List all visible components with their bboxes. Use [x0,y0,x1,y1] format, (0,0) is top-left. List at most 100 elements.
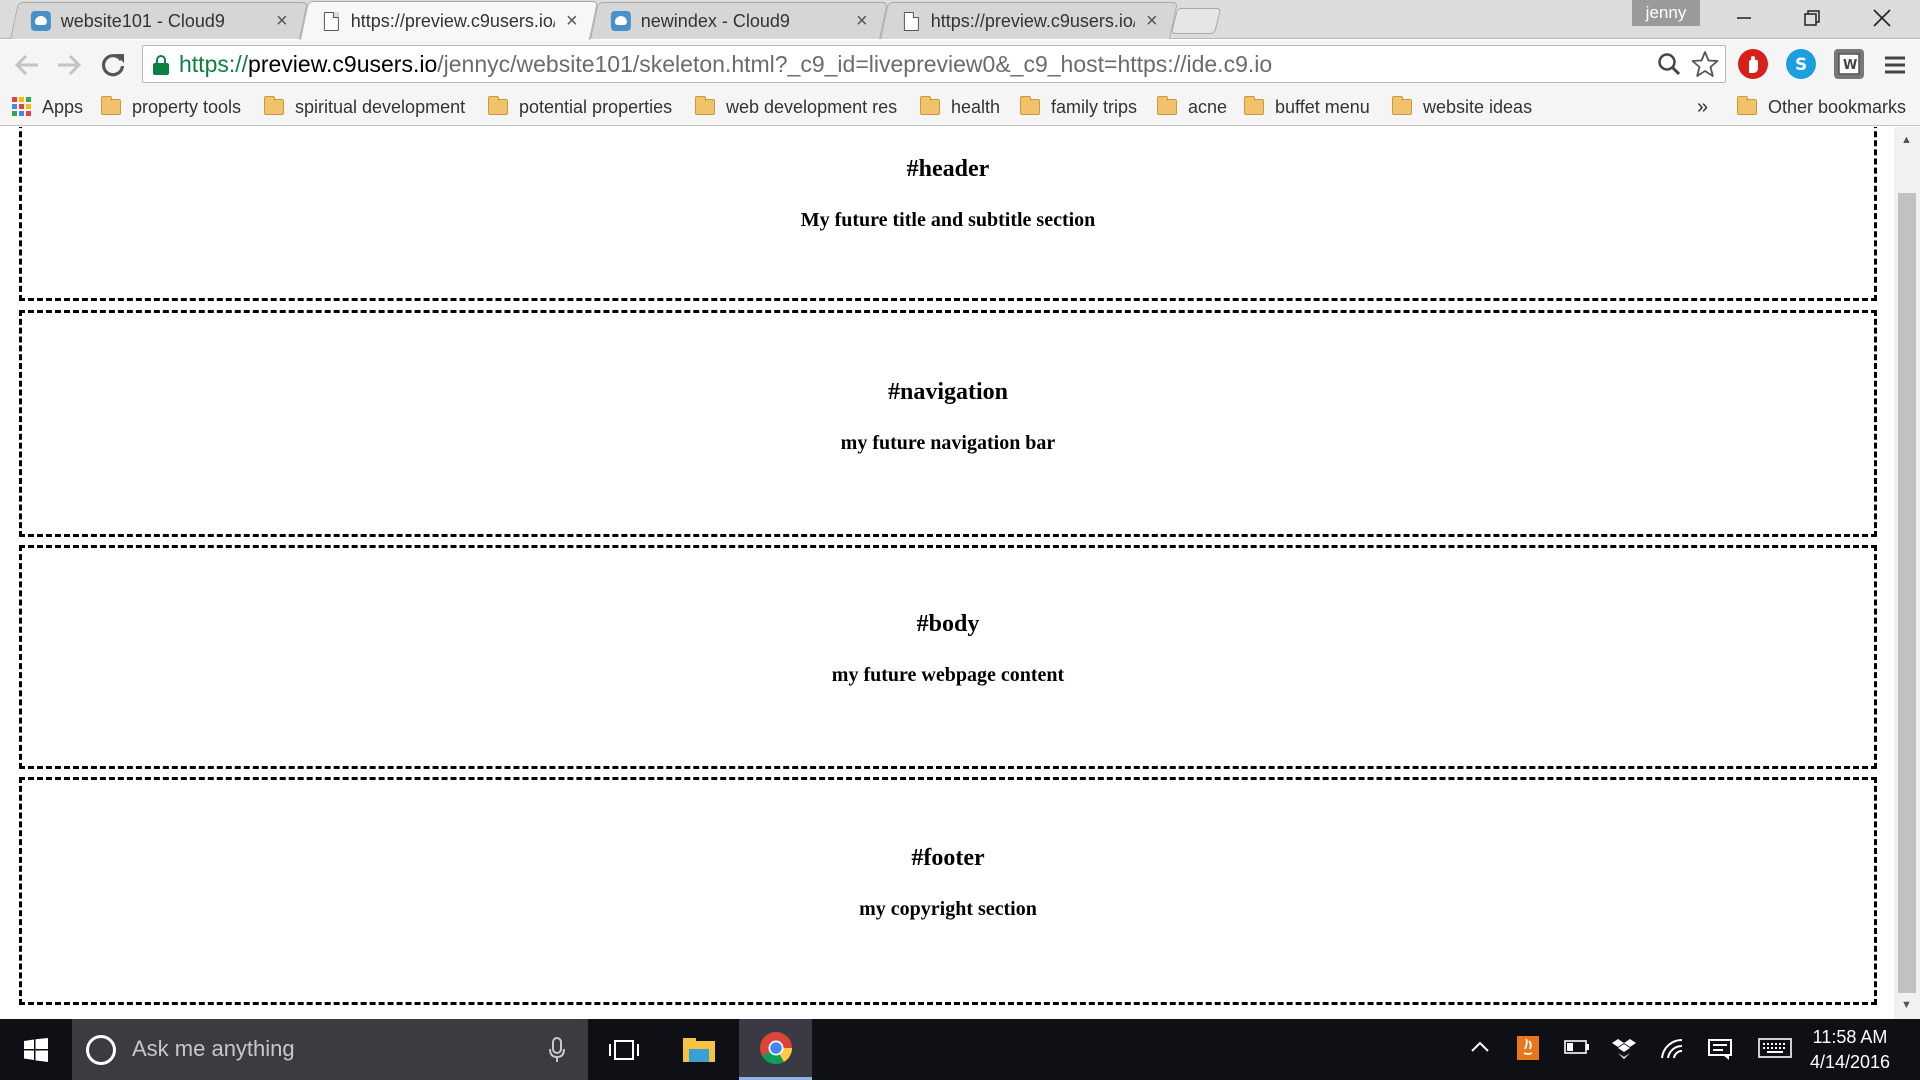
minimize-button[interactable] [1712,0,1776,36]
vertical-scrollbar[interactable]: ▲ ▼ [1894,127,1920,1019]
page-viewport: #header My future title and subtitle sec… [0,127,1894,1019]
skype-icon[interactable]: S [1786,49,1816,79]
url-text[interactable]: https://preview.c9users.io/jennyc/websit… [179,51,1272,78]
bookmark-label: property tools [132,96,242,117]
back-arrow-icon [14,54,38,76]
java-update-icon[interactable] [1516,1035,1540,1067]
browser-toolbar: https://preview.c9users.io/jennyc/websit… [0,40,1920,88]
show-hidden-icons-chevron-icon[interactable] [1470,1037,1490,1063]
bookmark-label: spiritual development [295,96,466,117]
reload-button[interactable] [96,48,130,82]
tab-website101[interactable]: website101 - Cloud9 × [10,2,308,39]
svg-text:S: S [1795,55,1807,74]
cortana-icon [86,1035,116,1065]
tab-title: https://preview.c9users.io/ [930,10,1135,31]
touch-keyboard-icon[interactable] [1758,1038,1792,1064]
folder-icon [488,96,508,115]
bookmark-label: buffet menu [1275,96,1370,117]
folder-icon [1392,96,1412,115]
bookmark-folder[interactable]: web development res [695,94,905,120]
close-icon[interactable]: × [853,10,871,33]
bookmark-folder[interactable]: family trips [1020,94,1137,120]
bookmark-folder[interactable]: potential properties [488,94,672,120]
folder-icon [264,96,284,115]
clock-date: 4/14/2016 [1809,1052,1891,1072]
bookmark-label: family trips [1051,96,1138,117]
restore-button[interactable] [1780,0,1844,36]
tab-title: newindex - Cloud9 [640,10,790,31]
section-heading: #footer [911,845,985,871]
scroll-thumb[interactable] [1898,193,1916,993]
bookmark-folder[interactable]: website ideas [1392,94,1532,120]
bookmarks-overflow-button[interactable]: » [1697,94,1708,120]
scroll-down-arrow-icon[interactable]: ▼ [1901,999,1912,1011]
page-icon [321,11,341,31]
back-button[interactable] [10,48,44,82]
tab-preview[interactable]: https://preview.c9users.io/ × [880,2,1178,39]
menu-button[interactable] [1878,48,1912,82]
scroll-up-arrow-icon[interactable]: ▲ [1901,134,1912,146]
bookmark-folder[interactable]: buffet menu [1244,94,1370,120]
section-text: My future title and subtitle section [800,209,1096,231]
task-view-button[interactable] [594,1019,654,1080]
forward-button[interactable] [52,48,86,82]
microphone-icon[interactable] [548,1037,566,1069]
bookmark-label: Apps [42,96,84,117]
bookmark-folder[interactable]: spiritual development [264,94,465,120]
navigation-section: #navigation my future navigation bar [19,310,1877,537]
section-text: my future navigation bar [840,432,1056,454]
adblock-icon[interactable] [1738,49,1768,79]
bookmark-label: acne [1188,96,1228,117]
tab-newindex[interactable]: newindex - Cloud9 × [590,2,888,39]
profile-button[interactable]: jenny [1632,0,1700,26]
tab-strip: website101 - Cloud9 × https://preview.c9… [0,0,1920,40]
bookmark-label: potential properties [519,96,673,117]
section-text: my future webpage content [831,664,1065,686]
folder-icon [1244,96,1264,115]
bookmark-folder[interactable]: acne [1157,94,1227,120]
close-window-button[interactable] [1850,0,1914,36]
bookmark-folder[interactable]: property tools [101,94,241,120]
tab-preview-active[interactable]: https://preview.c9users.io/ × [299,1,599,40]
minimize-icon [1737,17,1751,19]
section-heading: #header [906,156,990,182]
address-bar[interactable]: https://preview.c9users.io/jennyc/websit… [142,45,1726,83]
start-button[interactable] [0,1019,72,1080]
bookmark-star-icon[interactable] [1691,50,1719,85]
cloud9-icon [610,11,631,31]
bookmark-label: web development res [726,96,898,117]
search-placeholder: Ask me anything [132,1036,295,1061]
page-icon [901,11,921,31]
header-section: #header My future title and subtitle sec… [19,127,1877,301]
svg-text:W: W [1843,58,1857,73]
bookmark-folder[interactable]: health [920,94,1000,120]
close-icon[interactable]: × [273,10,291,33]
lock-icon [153,55,169,75]
restore-icon [1804,10,1820,26]
folder-icon [695,96,715,115]
close-window-icon [1873,9,1891,27]
close-icon[interactable]: × [1143,10,1161,33]
windows-logo-icon [24,1037,48,1062]
file-explorer-button[interactable] [666,1019,732,1080]
battery-icon[interactable] [1564,1038,1590,1061]
wifi-icon[interactable] [1660,1038,1684,1066]
dropbox-icon[interactable] [1612,1038,1636,1066]
forward-arrow-icon [58,54,82,76]
folder-icon [1020,96,1040,115]
bookmarks-bar: Apps property tools spiritual developmen… [0,88,1920,126]
chrome-icon [759,1032,792,1065]
close-icon[interactable]: × [563,10,581,33]
cortana-search-box[interactable]: Ask me anything [72,1019,588,1080]
chrome-taskbar-button[interactable] [739,1019,812,1080]
bookmark-label: website ideas [1423,96,1533,117]
bookmark-apps[interactable]: Apps [12,94,83,120]
search-icon[interactable] [1657,52,1681,83]
extension-icon[interactable]: W [1834,49,1864,79]
action-center-icon[interactable] [1708,1038,1732,1066]
system-clock[interactable]: 11:58 AM 4/14/2016 [1800,1025,1900,1075]
windows-taskbar: Ask me anything 11:58 AM 4/14/2016 [0,1019,1920,1080]
section-heading: #body [916,611,980,637]
bookmark-other[interactable]: Other bookmarks [1737,94,1906,120]
new-tab-button[interactable] [1170,8,1222,34]
